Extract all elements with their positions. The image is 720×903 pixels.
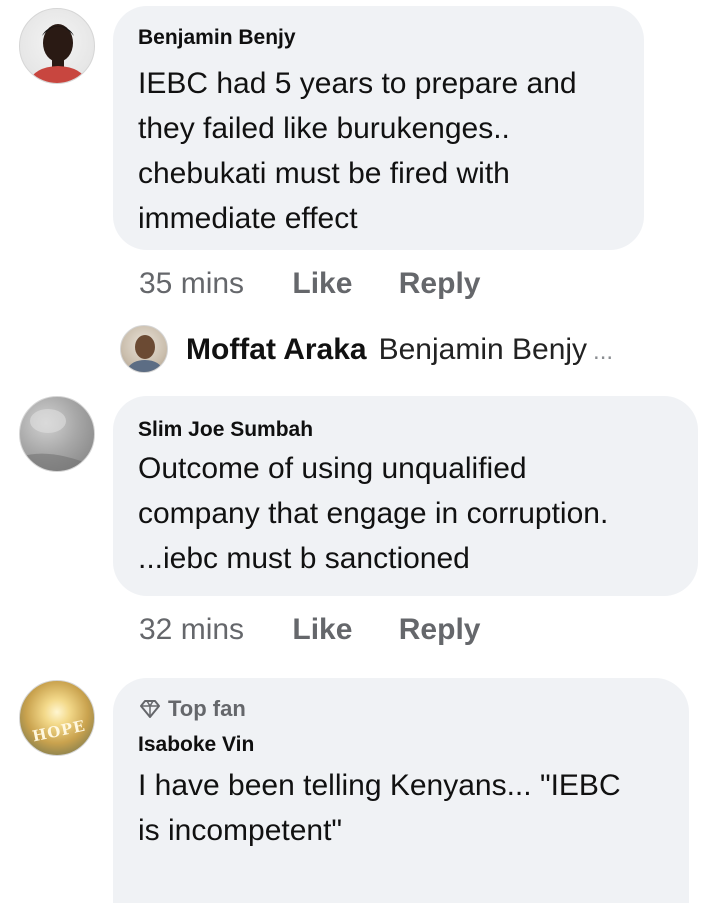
comment-bubble: Benjamin Benjy IEBC had 5 years to prepa…	[113, 6, 644, 250]
like-button[interactable]: Like	[292, 613, 352, 647]
comment-actions: 32 mins Like Reply	[139, 613, 518, 647]
reply-button[interactable]: Reply	[399, 267, 481, 301]
comment-actions: 35 mins Like Reply	[139, 267, 518, 301]
comment-line: is incompetent"	[138, 814, 343, 847]
diamond-icon	[140, 700, 160, 718]
comment-line: ...iebc must b sanctioned	[138, 542, 470, 575]
comment-text: Outcome of using unqualified company tha…	[138, 446, 608, 581]
comment-bubble: Slim Joe Sumbah Outcome of using unquali…	[113, 396, 698, 596]
comment-timestamp: 32 mins	[139, 613, 245, 646]
comment-author[interactable]: Slim Joe Sumbah	[138, 418, 313, 442]
comment-thread: Benjamin Benjy IEBC had 5 years to prepa…	[0, 0, 720, 903]
comment-line: Outcome of using unqualified	[138, 452, 527, 485]
reply-ellipsis: ...	[593, 338, 614, 365]
comment-author[interactable]: Benjamin Benjy	[138, 26, 296, 50]
avatar-benjamin-benjy[interactable]	[19, 8, 95, 84]
comment-line: immediate effect	[138, 202, 358, 235]
comment-line: IEBC had 5 years to prepare and	[138, 67, 577, 100]
reply-mention: Benjamin Benjy	[378, 333, 588, 366]
comment-line: they failed like burukenges..	[138, 112, 510, 145]
top-fan-badge: Top fan	[138, 696, 246, 722]
person-photo-icon	[28, 24, 88, 83]
reply-author[interactable]: Moffat Araka	[186, 333, 367, 366]
comment-line: company that engage in corruption.	[138, 497, 609, 530]
avatar-slim-joe-sumbah[interactable]	[19, 396, 95, 472]
avatar-moffat-araka[interactable]	[120, 325, 168, 373]
comment-timestamp: 35 mins	[139, 267, 245, 300]
like-button[interactable]: Like	[292, 267, 352, 301]
comment-line: I have been telling Kenyans... "IEBC	[138, 769, 621, 802]
avatar-isaboke-vin[interactable]: HOPE	[19, 680, 95, 756]
top-fan-label: Top fan	[168, 696, 246, 721]
comment-text: IEBC had 5 years to prepare and they fai…	[138, 61, 577, 241]
comment-author[interactable]: Isaboke Vin	[138, 733, 254, 757]
reply-button[interactable]: Reply	[399, 613, 481, 647]
reply-preview[interactable]: Moffat Araka Benjamin Benjy...	[186, 330, 613, 372]
comment-bubble: Top fan Isaboke Vin I have been telling …	[113, 678, 689, 903]
blurred-photo-icon	[20, 409, 94, 471]
avatar-logo-text: HOPE	[30, 716, 88, 746]
comment-text: I have been telling Kenyans... "IEBC is …	[138, 763, 621, 853]
comment-line: chebukati must be fired with	[138, 157, 510, 190]
person-photo-icon	[125, 335, 165, 372]
